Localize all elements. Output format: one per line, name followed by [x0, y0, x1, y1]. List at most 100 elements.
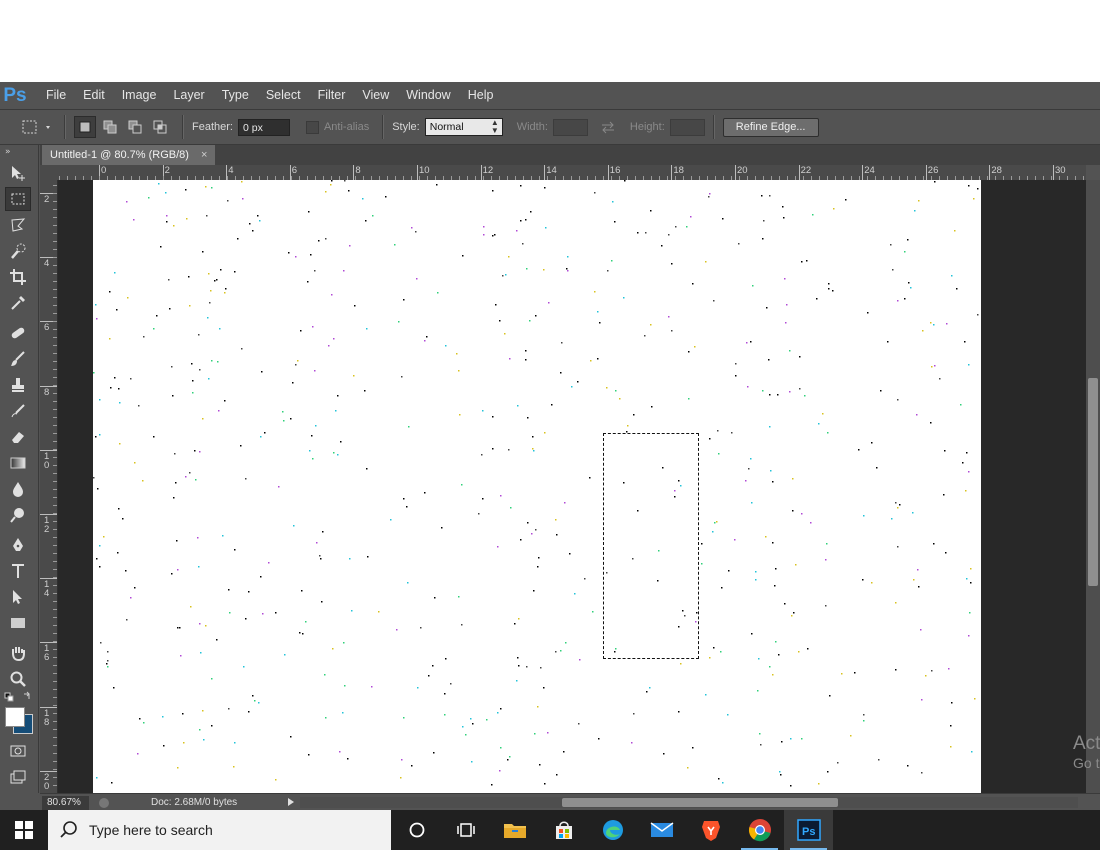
- noise-pixel: [148, 197, 150, 199]
- menu-image[interactable]: Image: [114, 82, 166, 109]
- start-button[interactable]: [0, 810, 48, 850]
- noise-pixel: [390, 519, 392, 521]
- eraser-tool[interactable]: [5, 425, 31, 449]
- brush-tool[interactable]: [5, 347, 31, 371]
- quick-mask-button[interactable]: [5, 739, 31, 763]
- healing-brush-tool[interactable]: [5, 321, 31, 345]
- noise-pixel: [757, 690, 759, 692]
- menu-edit[interactable]: Edit: [75, 82, 114, 109]
- blur-tool[interactable]: [5, 477, 31, 501]
- rectangular-marquee-tool[interactable]: [5, 187, 31, 211]
- zoom-tool[interactable]: [5, 667, 31, 691]
- noise-pixel: [918, 586, 920, 588]
- mail-button[interactable]: [637, 810, 686, 850]
- zoom-level-field[interactable]: 80.67%: [42, 795, 89, 810]
- status-menu-icon[interactable]: [97, 796, 113, 810]
- noise-pixel: [556, 774, 558, 776]
- antialias-checkbox[interactable]: [305, 120, 319, 134]
- ruler-v-minor-tick: [53, 513, 57, 514]
- add-to-selection-button[interactable]: [99, 116, 121, 138]
- noise-pixel: [758, 658, 760, 660]
- stamp-icon: [12, 378, 24, 392]
- document-tab[interactable]: Untitled-1 @ 80.7% (RGB/8) ×: [42, 145, 216, 165]
- vertical-scroll-thumb[interactable]: [1088, 378, 1098, 586]
- swap-dimensions-icon[interactable]: [600, 120, 616, 134]
- ruler-h-major-tick: [735, 165, 736, 180]
- clone-stamp-tool[interactable]: [5, 373, 31, 397]
- tool-preset-picker[interactable]: [12, 115, 56, 139]
- canvas-workspace[interactable]: [58, 180, 1086, 793]
- intersect-selection-button[interactable]: [149, 116, 171, 138]
- crop-tool[interactable]: [5, 265, 31, 289]
- noise-pixel: [278, 486, 280, 488]
- new-selection-button[interactable]: [74, 116, 96, 138]
- screen-mode-button[interactable]: [5, 765, 31, 789]
- noise-pixel: [428, 675, 430, 677]
- height-input[interactable]: [669, 118, 705, 136]
- menu-help[interactable]: Help: [460, 82, 503, 109]
- gradient-tool[interactable]: [5, 451, 31, 475]
- style-select[interactable]: Normal ▲ ▼: [424, 118, 503, 136]
- noise-pixel: [492, 416, 494, 418]
- refine-edge-button[interactable]: Refine Edge...: [722, 117, 819, 137]
- collapse-panel-icon[interactable]: »: [0, 145, 38, 159]
- selection-marquee[interactable]: [603, 433, 699, 659]
- menu-filter[interactable]: Filter: [310, 82, 355, 109]
- type-tool[interactable]: [5, 559, 31, 583]
- width-input[interactable]: [552, 118, 588, 136]
- noise-pixel: [709, 438, 711, 440]
- vertical-ruler[interactable]: 2 4 6 8 10 12 14 16 18 20: [40, 180, 58, 793]
- ruler-h-major-tick: [798, 165, 800, 180]
- file-explorer-button[interactable]: [490, 810, 539, 850]
- quick-selection-tool[interactable]: [5, 239, 31, 263]
- default-colors-icon[interactable]: [0, 691, 34, 705]
- noise-pixel: [769, 426, 771, 428]
- ruler-v-minor-tick: [53, 593, 57, 594]
- pen-tool[interactable]: [5, 533, 31, 557]
- ruler-v-minor-tick: [53, 697, 57, 698]
- taskbar-search-box[interactable]: Type here to search: [48, 810, 391, 850]
- history-brush-tool[interactable]: [5, 399, 31, 423]
- noise-pixel: [434, 597, 436, 599]
- vertical-scrollbar[interactable]: [1086, 180, 1100, 793]
- task-view-button[interactable]: [441, 810, 490, 850]
- menu-layer[interactable]: Layer: [165, 82, 213, 109]
- photoshop-taskbar-button[interactable]: Ps: [784, 810, 833, 850]
- horizontal-ruler[interactable]: 0 2 4 6 8 10 12 14 16 18 20 22 24 26 28 30: [57, 165, 1086, 181]
- menu-select[interactable]: Select: [258, 82, 310, 109]
- subtract-from-selection-button[interactable]: [124, 116, 146, 138]
- eyedropper-tool[interactable]: [5, 291, 31, 315]
- ruler-origin[interactable]: [40, 165, 57, 180]
- menu-file[interactable]: File: [38, 82, 75, 109]
- move-tool[interactable]: [5, 161, 31, 185]
- brave-button[interactable]: [686, 810, 735, 850]
- noise-pixel: [284, 654, 286, 656]
- noise-pixel: [245, 618, 247, 620]
- ruler-v-minor-tick: [53, 769, 57, 770]
- menu-view[interactable]: View: [354, 82, 398, 109]
- menu-type[interactable]: Type: [214, 82, 258, 109]
- dodge-tool[interactable]: [5, 503, 31, 527]
- rectangle-tool[interactable]: [5, 611, 31, 635]
- noise-pixel: [614, 221, 616, 223]
- document-canvas[interactable]: [93, 180, 981, 793]
- path-selection-tool[interactable]: [5, 585, 31, 609]
- close-tab-icon[interactable]: ×: [201, 145, 207, 165]
- hand-tool[interactable]: [5, 641, 31, 665]
- horizontal-scroll-thumb[interactable]: [562, 798, 838, 807]
- noise-pixel: [748, 468, 750, 470]
- noise-pixel: [822, 413, 824, 415]
- noise-pixel: [916, 414, 918, 416]
- lasso-tool[interactable]: [5, 213, 31, 237]
- horizontal-scrollbar[interactable]: [300, 797, 1078, 808]
- edge-button[interactable]: [588, 810, 637, 850]
- noise-pixel: [261, 371, 263, 373]
- status-arrow-icon[interactable]: [286, 797, 296, 807]
- foreground-color-swatch[interactable]: [5, 707, 25, 727]
- menu-window[interactable]: Window: [398, 82, 459, 109]
- chrome-button[interactable]: [735, 810, 784, 850]
- microsoft-store-button[interactable]: [539, 810, 588, 850]
- feather-input[interactable]: 0 px: [237, 118, 290, 136]
- windows-logo-icon: [15, 821, 33, 839]
- cortana-button[interactable]: [392, 810, 441, 850]
